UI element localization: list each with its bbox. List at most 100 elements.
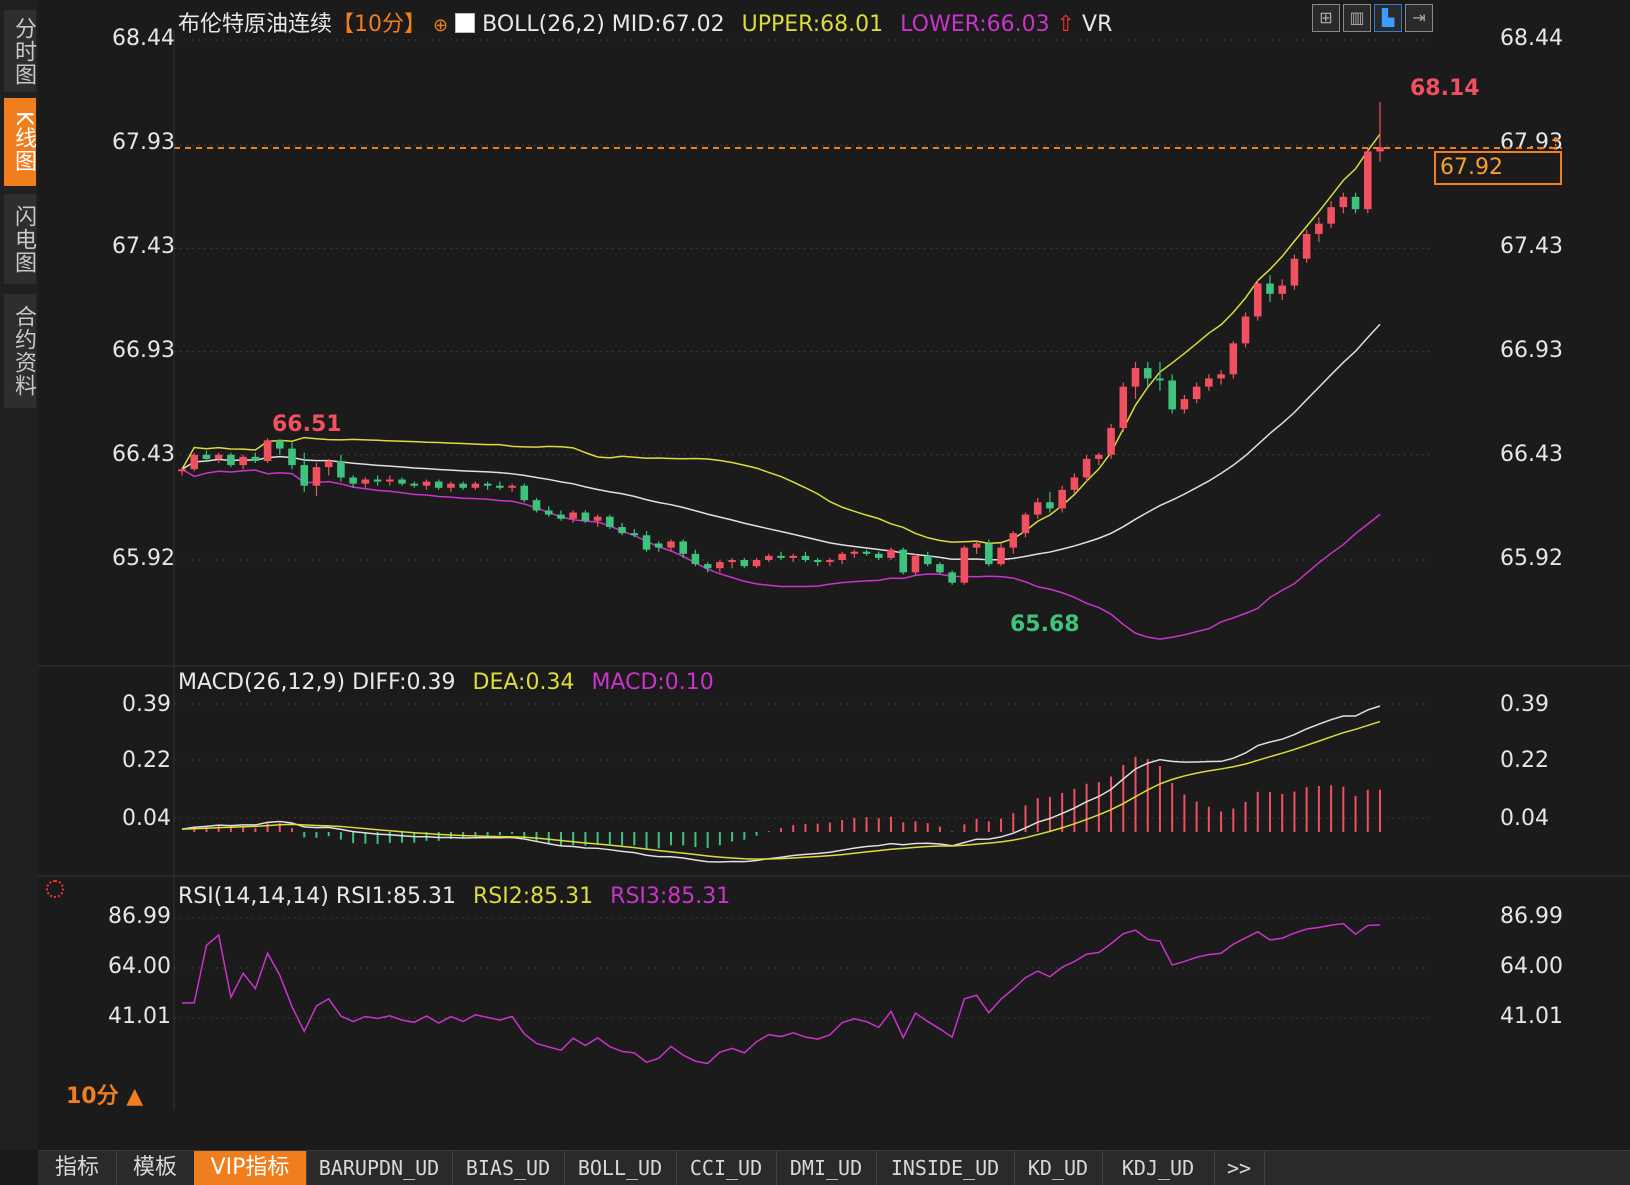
candle-body — [1119, 386, 1128, 428]
candle-body — [850, 551, 859, 554]
bottom-tab-boll-ud[interactable]: BOLL_UD — [564, 1151, 677, 1185]
bottom-tab-vip-[interactable]: VIP指标 — [194, 1151, 307, 1185]
bottom-tab-dmi-ud[interactable]: DMI_UD — [776, 1151, 877, 1185]
candle-body — [716, 562, 724, 569]
bottom-tab--[interactable]: 指标 — [38, 1151, 117, 1185]
bottom-tab-cci-ud[interactable]: CCI_UD — [676, 1151, 777, 1185]
macd-diff-line — [181, 705, 1381, 863]
candle-body — [862, 551, 871, 554]
bottom-tab-inside-ud[interactable]: INSIDE_UD — [876, 1151, 1015, 1185]
candle-body — [593, 516, 602, 521]
candle-body — [1095, 454, 1103, 459]
candle-body — [178, 469, 186, 472]
candle-body — [789, 555, 798, 558]
candle-body — [276, 440, 284, 449]
grid-lines — [174, 39, 1430, 1019]
candle-body — [227, 454, 235, 466]
bottom-tab--[interactable]: 模板 — [116, 1151, 195, 1185]
bottom-tab-barupdn-ud[interactable]: BARUPDN_UD — [306, 1151, 453, 1185]
candles — [178, 101, 1384, 585]
candle-body — [667, 541, 675, 548]
candle-body — [422, 481, 431, 486]
candle-body — [1229, 343, 1238, 375]
candle-body — [1241, 316, 1250, 344]
candle-body — [1351, 196, 1360, 210]
candle-body — [251, 456, 260, 461]
candle-body — [642, 535, 651, 550]
chart-canvas[interactable] — [0, 0, 1630, 1150]
candle-body — [923, 555, 932, 565]
candle-body — [557, 514, 565, 519]
boll-bands — [181, 133, 1381, 640]
candle-body — [1290, 258, 1299, 286]
candle-body — [764, 555, 773, 560]
candle-body — [434, 481, 443, 488]
candle-body — [752, 560, 761, 567]
candle-body — [1168, 380, 1176, 410]
candle-body — [483, 483, 492, 486]
candle-body — [740, 560, 749, 567]
candle-body — [1192, 386, 1201, 400]
candle-body — [190, 454, 199, 470]
candle-body — [703, 564, 712, 569]
candle-body — [288, 448, 296, 466]
bottom-indicator-bar: 指标 模板 VIP指标 BARUPDN_UD BIAS_UD BOLL_UD CCI_UD D… — [38, 1150, 1630, 1185]
candle-body — [1046, 502, 1054, 509]
candle-body — [826, 560, 834, 563]
candle-body — [239, 456, 247, 466]
candle-body — [1205, 378, 1213, 387]
bottom-tab-bias-ud[interactable]: BIAS_UD — [452, 1151, 565, 1185]
candle-body — [777, 555, 785, 558]
macd-panel — [181, 705, 1381, 863]
bottom-tab-kd-ud[interactable]: KD_UD — [1014, 1151, 1103, 1185]
candle-body — [801, 555, 810, 560]
boll-mid-line — [181, 323, 1381, 561]
candle-body — [960, 547, 969, 583]
candle-body — [1107, 427, 1115, 455]
candle-body — [214, 454, 223, 459]
candle-body — [838, 553, 846, 560]
candle-body — [496, 485, 504, 488]
candle-body — [606, 516, 614, 527]
candle-body — [1033, 502, 1042, 515]
candle-body — [1278, 285, 1286, 294]
candle-body — [1058, 489, 1066, 509]
candle-body — [1021, 514, 1030, 534]
candle-body — [532, 500, 541, 511]
candle-body — [679, 541, 687, 554]
candle-body — [1180, 399, 1189, 410]
candle-body — [691, 553, 700, 565]
candle-body — [1156, 378, 1164, 381]
candle-body — [300, 465, 309, 486]
bottom-tab-kdj-ud[interactable]: KDJ_UD — [1102, 1151, 1215, 1185]
candle-body — [813, 560, 822, 563]
candle-body — [1131, 368, 1140, 387]
candle-body — [581, 512, 590, 521]
candle-body — [386, 479, 394, 482]
candle-body — [948, 572, 956, 583]
candle-body — [630, 533, 639, 536]
candle-body — [361, 479, 370, 484]
candle-body — [1082, 458, 1091, 478]
rsi-line — [182, 922, 1381, 1065]
candle-body — [312, 467, 321, 486]
candle-body — [520, 485, 529, 501]
candle-body — [471, 483, 480, 488]
macd-dea-line — [181, 720, 1381, 860]
candle-body — [508, 485, 516, 488]
candle-body — [1143, 368, 1152, 379]
candle-body — [985, 543, 993, 565]
candle-body — [728, 560, 736, 563]
candle-body — [1070, 477, 1079, 490]
candle-body — [324, 460, 333, 468]
candle-body — [911, 555, 920, 573]
bottom-tab--[interactable]: >> — [1214, 1151, 1265, 1185]
candle-body — [1327, 207, 1335, 224]
candle-body — [654, 543, 663, 548]
candle-body — [398, 479, 406, 484]
candle-body — [1363, 151, 1372, 210]
candle-body — [997, 547, 1005, 565]
candle-body — [972, 543, 981, 548]
candle-body — [1339, 196, 1348, 208]
candle-body — [875, 553, 883, 558]
